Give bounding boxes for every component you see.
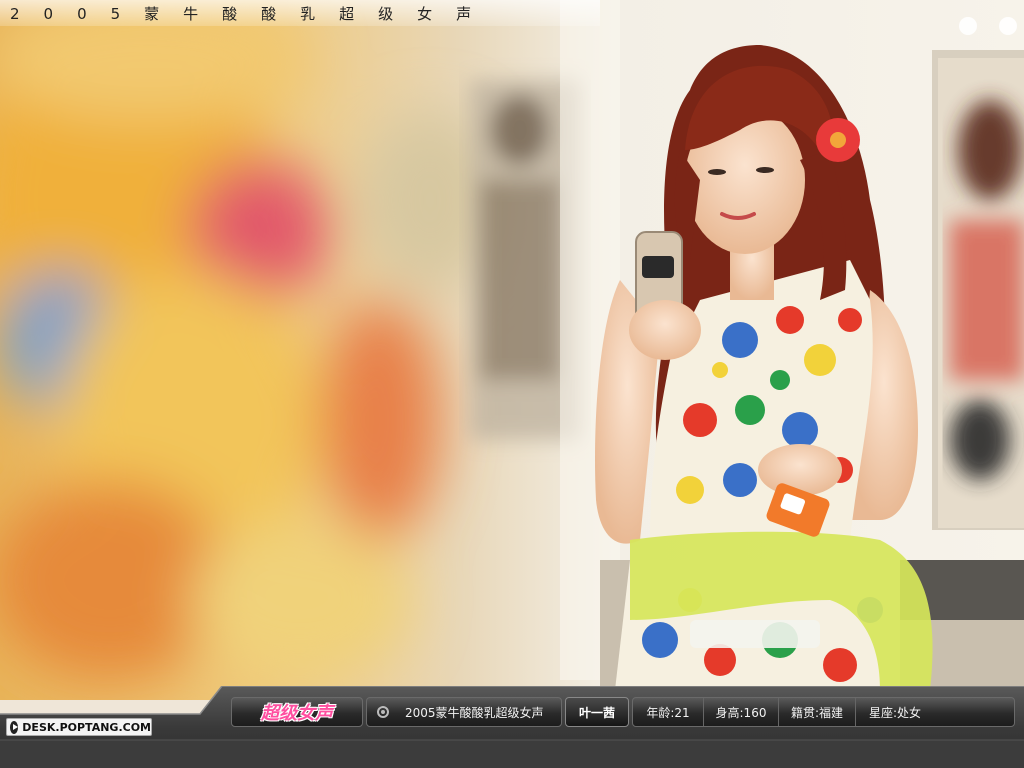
target-icon [377, 706, 389, 718]
site-url: DESK.POPTANG.COM [22, 720, 151, 734]
title-strip: 2005蒙牛酸酸乳超级女声 [0, 0, 600, 26]
name-text: 叶一茜 [578, 705, 615, 720]
logo-badge: 超级女声 [231, 697, 363, 727]
stats-segment: 年龄:21 身高:160 籍贯:福建 星座:处女 [632, 697, 1015, 727]
play-icon [10, 720, 19, 734]
background-photo [0, 0, 1024, 700]
stat-height: 身高:160 [704, 698, 779, 726]
contestant-name: 叶一茜 [565, 697, 629, 727]
event-name: 2005蒙牛酸酸乳超级女声 [405, 705, 544, 720]
stat-age: 年龄:21 [633, 698, 704, 726]
page-title: 2005蒙牛酸酸乳超级女声 [10, 4, 496, 23]
logo-text: 超级女声 [261, 703, 333, 724]
stat-hometown: 籍贯:福建 [779, 698, 856, 726]
site-link[interactable]: DESK.POPTANG.COM [6, 718, 152, 736]
event-segment: 2005蒙牛酸酸乳超级女声 [366, 697, 562, 727]
info-bar: 超级女声 2005蒙牛酸酸乳超级女声 叶一茜 年龄:21 身高:160 籍贯:福… [231, 697, 1018, 727]
stat-zodiac: 星座:处女 [868, 705, 922, 720]
